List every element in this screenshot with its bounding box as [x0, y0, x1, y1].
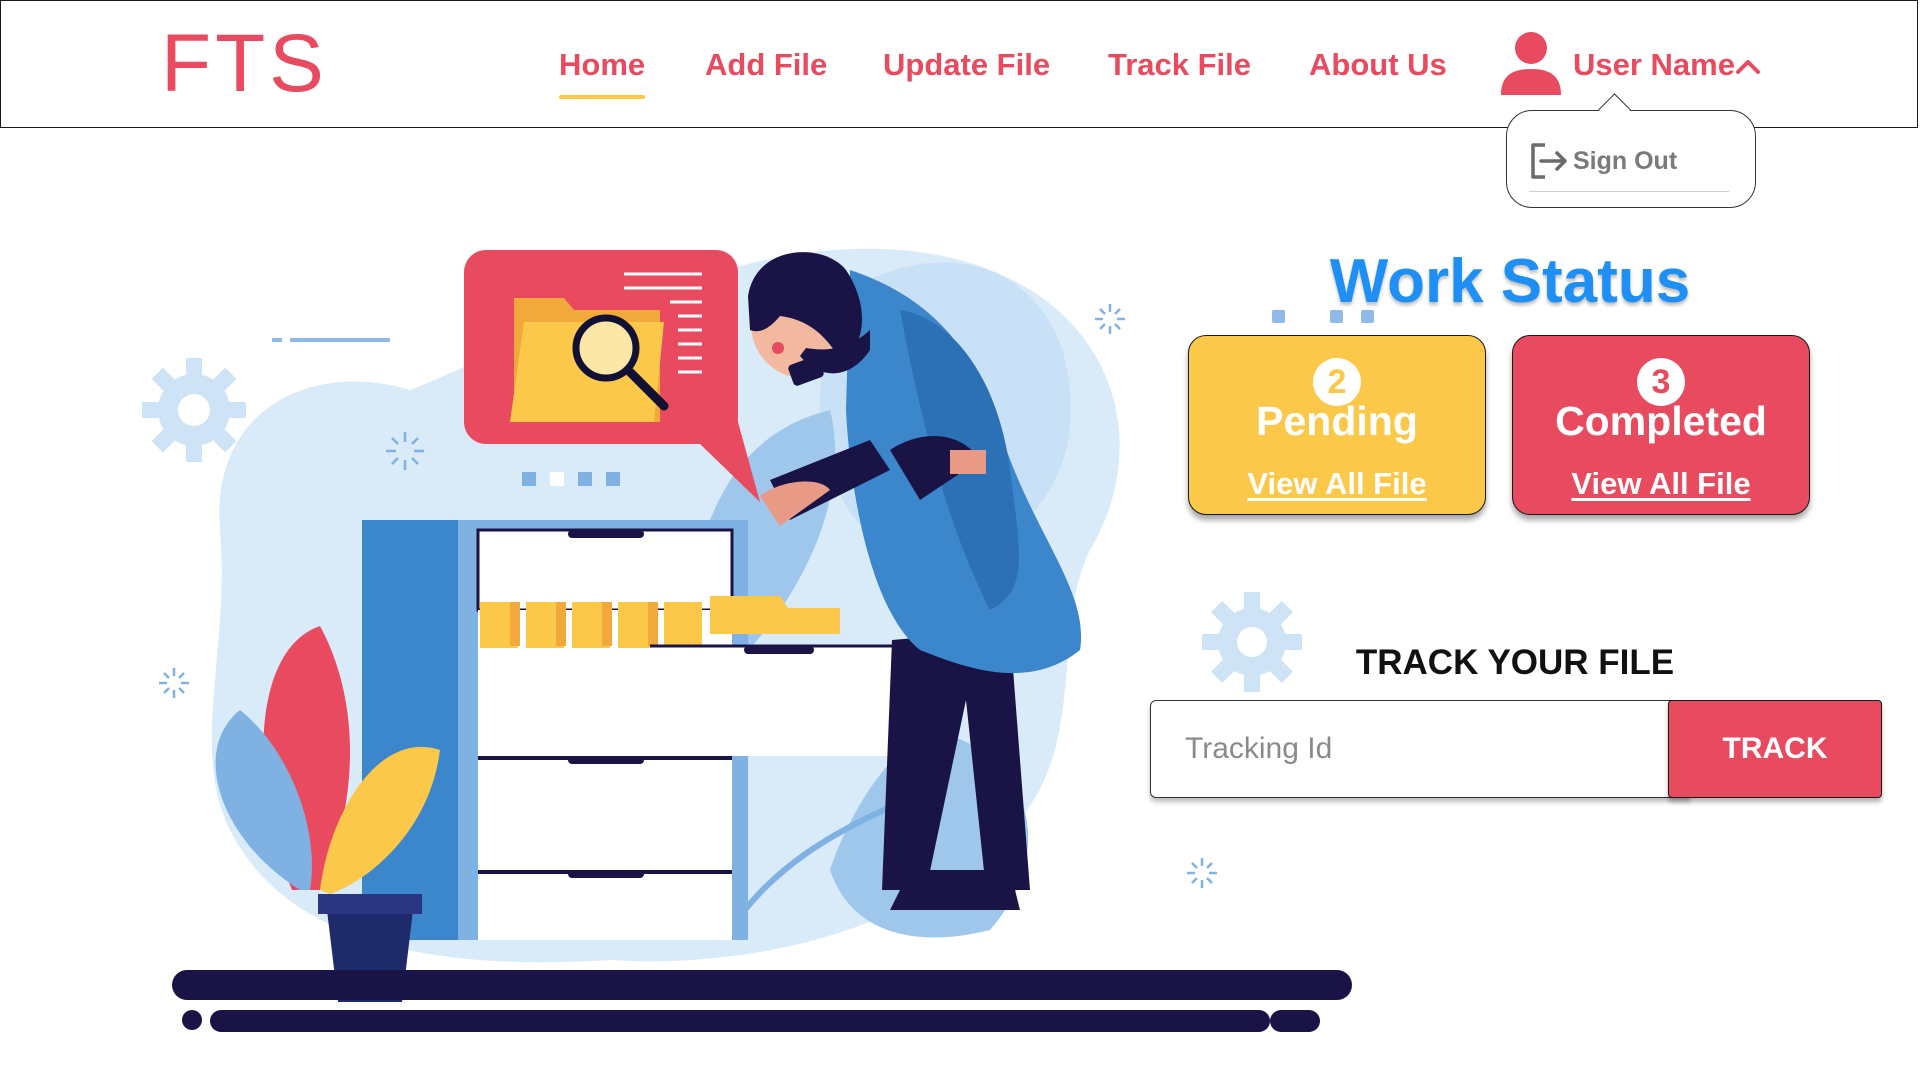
gear-icon: [1202, 592, 1302, 692]
nav-add-file[interactable]: Add File: [705, 47, 827, 83]
fts-logo[interactable]: FTS: [161, 23, 328, 105]
user-dropdown-menu: Sign Out: [1506, 93, 1756, 208]
nav-update-file[interactable]: Update File: [883, 47, 1050, 83]
decor-dot: [1272, 310, 1285, 323]
pending-label: Pending: [1256, 398, 1418, 444]
sign-out-icon: [1531, 143, 1567, 179]
decor-dot: [1361, 310, 1374, 323]
user-icon: [1501, 32, 1561, 95]
track-button[interactable]: TRACK: [1668, 700, 1882, 798]
sign-out-item[interactable]: Sign Out: [1529, 141, 1729, 192]
tracking-id-input[interactable]: [1150, 700, 1690, 798]
pending-status-card: 2 Pending View All File: [1188, 335, 1486, 515]
nav-home[interactable]: Home: [559, 47, 646, 99]
track-your-file-title: TRACK YOUR FILE: [1355, 643, 1675, 682]
nav-about-us[interactable]: About Us: [1309, 47, 1447, 83]
completed-status-card: 3 Completed View All File: [1512, 335, 1810, 515]
decor-dot: [1330, 310, 1343, 323]
hero-illustration: [142, 248, 1352, 1032]
nav-track-file[interactable]: Track File: [1108, 47, 1251, 83]
work-status-title: Work Status: [1329, 247, 1691, 316]
chevron-up-icon[interactable]: [1735, 57, 1761, 75]
user-name: User Name: [1573, 47, 1735, 82]
sign-out-label: Sign Out: [1573, 147, 1678, 175]
gear-icon: [142, 358, 246, 462]
completed-label: Completed: [1555, 398, 1767, 444]
view-all-completed-link[interactable]: View All File: [1513, 466, 1809, 502]
view-all-pending-link[interactable]: View All File: [1189, 466, 1485, 502]
divider: [1529, 191, 1729, 192]
